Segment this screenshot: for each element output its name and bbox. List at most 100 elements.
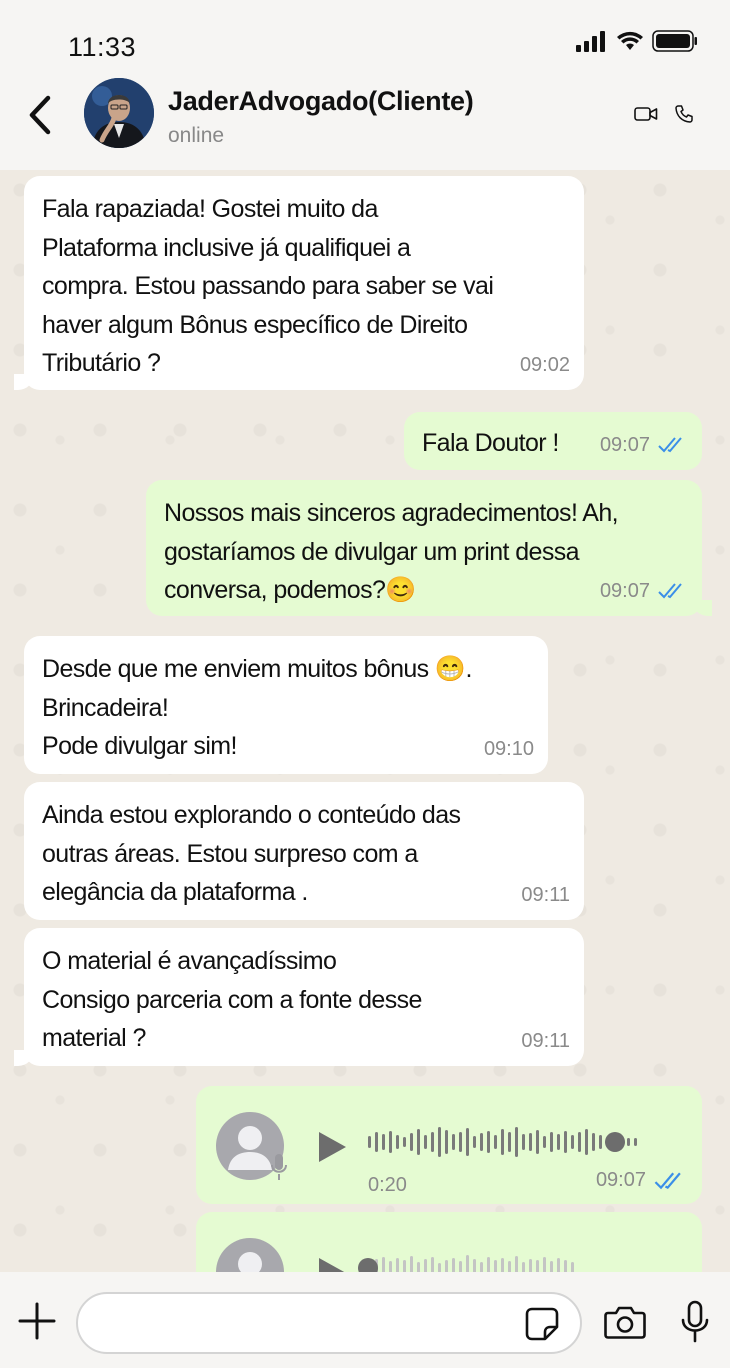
waveform-bar — [494, 1260, 497, 1272]
message-time: 09:07 — [599, 579, 650, 602]
contact-name[interactable]: JaderAdvogado(Cliente) — [168, 86, 474, 117]
double-check-icon — [658, 583, 682, 599]
waveform-bar — [571, 1135, 574, 1149]
waveform-bar — [543, 1136, 546, 1148]
waveform-bar — [403, 1137, 406, 1147]
message-incoming[interactable]: Desde que me enviem muitos bônus 😁. Brin… — [24, 636, 548, 774]
message-meta: 09:07 — [600, 426, 688, 465]
microphone-icon[interactable] — [680, 1300, 710, 1344]
microphone-badge-icon — [271, 1154, 287, 1180]
waveform-bar — [382, 1134, 385, 1150]
waveform-bar — [417, 1262, 420, 1272]
waveform-bar — [410, 1133, 413, 1151]
voice-waveform[interactable] — [368, 1250, 574, 1272]
bubble-tail — [692, 600, 712, 616]
waveform-bar — [375, 1132, 378, 1152]
message-meta: 09:07 — [600, 572, 688, 611]
message-text: Fala rapaziada! Gostei muito da Platafor… — [42, 195, 494, 377]
waveform-bar — [473, 1259, 476, 1272]
phone-icon[interactable] — [674, 104, 694, 124]
waveform-bar — [480, 1262, 483, 1272]
status-bar: 11:33 — [0, 0, 730, 70]
waveform-bar — [438, 1127, 441, 1157]
waveform-bar — [585, 1129, 588, 1155]
bubble-tail — [14, 374, 34, 390]
video-camera-icon[interactable] — [634, 106, 658, 122]
waveform-bar — [564, 1131, 567, 1153]
waveform-bar — [536, 1260, 539, 1272]
message-incoming[interactable]: Fala rapaziada! Gostei muito da Platafor… — [14, 176, 584, 390]
waveform-bar — [368, 1136, 371, 1148]
voice-waveform[interactable] — [368, 1124, 637, 1160]
waveform-bar — [445, 1130, 448, 1154]
plus-icon[interactable] — [18, 1302, 56, 1340]
message-incoming[interactable]: Ainda estou explorando o conteúdo das ou… — [24, 782, 584, 920]
message-meta: 09:11 — [521, 876, 570, 915]
waveform-bar — [431, 1132, 434, 1152]
waveform-bar — [529, 1259, 532, 1272]
message-text: O material é avançadíssimo Consigo parce… — [42, 947, 422, 1052]
message-outgoing[interactable]: Fala Doutor ! 09:07 — [404, 412, 702, 470]
waveform-bar — [627, 1138, 630, 1146]
waveform-bar — [529, 1133, 532, 1151]
message-time: 09:07 — [595, 1169, 646, 1191]
wifi-icon — [617, 31, 643, 50]
waveform-bar — [522, 1134, 525, 1150]
waveform-bar — [550, 1132, 553, 1152]
waveform-bar — [466, 1128, 469, 1156]
waveform-bar — [396, 1258, 399, 1272]
waveform-scrubber[interactable] — [358, 1258, 378, 1272]
voice-message[interactable] — [196, 1212, 702, 1272]
waveform-bar — [438, 1263, 441, 1272]
waveform-bar — [431, 1257, 434, 1272]
waveform-bar — [452, 1258, 455, 1272]
message-input[interactable] — [76, 1292, 582, 1354]
chat-header: JaderAdvogado(Cliente) online — [0, 62, 730, 170]
waveform-bar — [403, 1260, 406, 1272]
waveform-bar — [466, 1255, 469, 1272]
message-time: 09:11 — [521, 883, 570, 906]
waveform-bar — [501, 1258, 504, 1272]
status-time: 11:33 — [68, 32, 137, 62]
message-incoming[interactable]: O material é avançadíssimo Consigo parce… — [14, 928, 584, 1066]
waveform-bar — [571, 1262, 574, 1272]
waveform-bar — [410, 1256, 413, 1272]
waveform-bar — [515, 1127, 518, 1157]
waveform-bar — [501, 1129, 504, 1155]
voice-duration: 0:20 — [368, 1174, 407, 1196]
message-outgoing[interactable]: Nossos mais sinceros agradecimentos! Ah,… — [146, 480, 712, 616]
chevron-left-icon[interactable] — [22, 92, 62, 138]
play-icon[interactable] — [316, 1256, 348, 1272]
waveform-bar — [557, 1134, 560, 1150]
waveform-bar — [550, 1261, 553, 1272]
waveform-bar — [578, 1132, 581, 1152]
contact-avatar[interactable] — [84, 78, 154, 148]
message-time: 09:11 — [521, 1029, 570, 1052]
waveform-bar — [389, 1261, 392, 1272]
waveform-bar — [480, 1133, 483, 1151]
camera-icon[interactable] — [604, 1304, 646, 1340]
chat-area[interactable]: Fala rapaziada! Gostei muito da Platafor… — [0, 170, 730, 1272]
message-time: 09:10 — [483, 737, 534, 760]
sticker-icon[interactable] — [524, 1306, 560, 1342]
message-time: 09:02 — [519, 353, 570, 376]
waveform-bar — [452, 1134, 455, 1150]
user-silhouette-icon — [238, 1252, 262, 1272]
play-icon[interactable] — [316, 1130, 348, 1164]
voice-message[interactable]: 0:20 09:07 — [196, 1086, 702, 1204]
waveform-bar — [417, 1129, 420, 1155]
waveform-bar — [557, 1258, 560, 1272]
waveform-bar — [522, 1262, 525, 1272]
double-check-icon — [658, 437, 682, 453]
waveform-bar — [473, 1136, 476, 1148]
waveform-bar — [634, 1138, 637, 1146]
waveform-bar — [396, 1135, 399, 1149]
message-text: Desde que me enviem muitos bônus 😁. Brin… — [42, 655, 472, 760]
waveform-scrubber[interactable] — [605, 1132, 625, 1152]
waveform-bar — [536, 1130, 539, 1154]
waveform-bar — [508, 1132, 511, 1152]
contact-status: online — [168, 124, 225, 147]
message-time: 09:07 — [599, 433, 650, 456]
message-meta: 09:11 — [521, 1022, 570, 1061]
message-meta: 09:02 — [520, 346, 570, 385]
